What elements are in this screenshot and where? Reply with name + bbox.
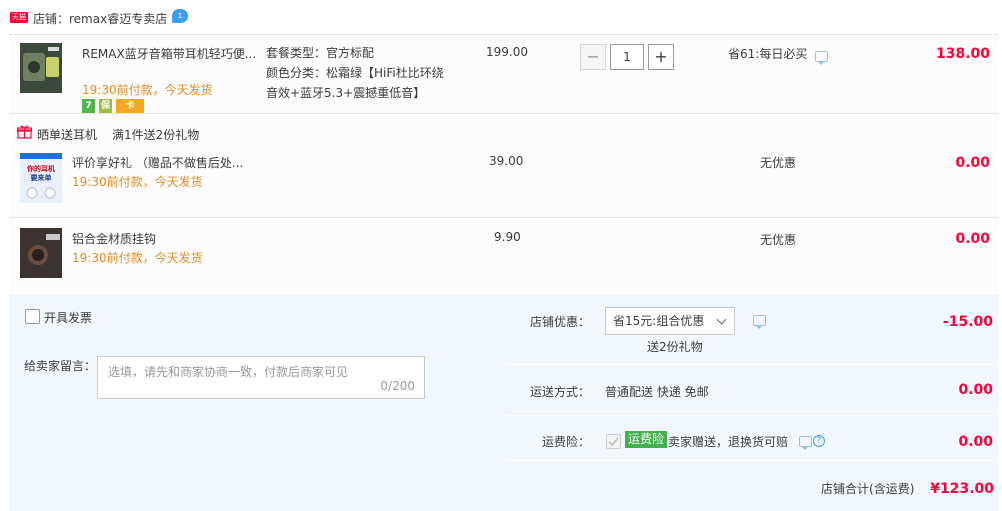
svg-text:要来单: 要来单 xyxy=(31,173,52,182)
message-label: 给卖家留言： xyxy=(24,359,97,373)
divider xyxy=(507,460,998,461)
divider xyxy=(507,415,998,416)
sku-color: 颜色分类：松霜绿【HiFi杜比环绕 xyxy=(266,66,444,80)
guarantee-icon: 保 xyxy=(99,99,112,113)
product-thumbnail-hook[interactable] xyxy=(20,228,62,278)
store-discount-selected: 省15元:组合优惠 xyxy=(613,314,705,328)
seven-day-return-icon: 7 xyxy=(82,99,95,113)
ship-note: 19:30前付款，今天发货 xyxy=(72,175,203,189)
discount-amount: -15.00 xyxy=(942,314,993,330)
item-title[interactable]: 铝合金材质挂钩 xyxy=(72,230,156,247)
divider xyxy=(507,364,998,365)
item-title[interactable]: REMAX蓝牙音箱带耳机轻巧便... xyxy=(82,45,256,62)
product-thumbnail-speaker[interactable] xyxy=(20,43,62,93)
ship-note: 19:30前付款，今天发货 xyxy=(72,251,203,265)
decrease-button[interactable]: − xyxy=(580,44,606,70)
divider xyxy=(10,113,998,114)
insurance-label: 运费险： xyxy=(542,435,591,449)
grand-total-amount: ¥123.00 xyxy=(930,481,994,497)
order-summary-panel: 店铺优惠： 省15元:组合优惠 送2份礼物 -15.00 运送方式： 普通配送 … xyxy=(507,294,998,511)
store-discount-label: 店铺优惠： xyxy=(530,315,591,329)
promo-text: 无优惠 xyxy=(760,233,797,247)
chat-seller-icon[interactable]: 1 xyxy=(172,9,188,23)
promo-info-icon[interactable] xyxy=(815,51,828,65)
chevron-down-icon xyxy=(716,314,727,325)
seller-message-field[interactable]: 选填，请先和商家协商一致，付款后商家可见 0/200 xyxy=(97,356,425,399)
invoice-checkbox[interactable] xyxy=(25,309,40,324)
gift-icon xyxy=(17,125,32,139)
delivery-method: 普通配送 快递 免邮 xyxy=(605,385,709,399)
gift-promo-desc: 满1件送2份礼物 xyxy=(112,128,200,142)
tmall-badge-icon: 天猫 xyxy=(10,12,28,23)
unit-price: 199.00 xyxy=(486,45,528,59)
product-thumbnail-review-gift[interactable]: 你的耳机 要来单 xyxy=(20,153,62,203)
increase-button[interactable]: + xyxy=(648,44,674,70)
item-total: 0.00 xyxy=(955,155,990,171)
discount-info-icon[interactable] xyxy=(753,315,766,329)
quantity-input[interactable]: 1 xyxy=(610,44,644,70)
item-total: 138.00 xyxy=(935,46,990,62)
svg-text:你的耳机: 你的耳机 xyxy=(26,164,55,173)
message-placeholder: 选填，请先和商家协商一致，付款后商家可见 xyxy=(108,365,349,379)
quantity-stepper: − 1 + xyxy=(580,44,676,72)
sku-info: 套餐类型：官方标配 颜色分类：松霜绿【HiFi杜比环绕 音效+蓝牙5.3+震撼重… xyxy=(266,43,444,103)
ship-note: 19:30前付款，今天发货 xyxy=(82,83,213,97)
insurance-checkbox[interactable] xyxy=(606,434,621,449)
order-items: REMAX蓝牙音箱带耳机轻巧便... 7 保 卡 19:30前付款，今天发货 套… xyxy=(10,34,998,292)
insurance-desc: 卖家赠送，退换货可赔 xyxy=(668,435,789,449)
credit-card-icon: 卡 xyxy=(116,99,144,113)
shop-name[interactable]: 店铺：remax睿迈专卖店 xyxy=(33,10,167,27)
grand-total-label: 店铺合计(含运费) xyxy=(821,482,915,496)
item-title[interactable]: 评价享好礼 （赠品不做售后处... xyxy=(72,154,243,171)
insurance-amount: 0.00 xyxy=(958,434,993,450)
sku-color-cont: 音效+蓝牙5.3+震撼重低音】 xyxy=(266,86,426,100)
delivery-amount: 0.00 xyxy=(958,382,993,398)
promo-text: 省61:每日必买 xyxy=(728,47,808,61)
divider xyxy=(10,217,998,218)
sku-package: 套餐类型：官方标配 xyxy=(266,46,375,60)
grand-total: 店铺合计(含运费) ¥123.00 xyxy=(821,480,994,497)
order-options: 开具发票 给卖家留言： 选填，请先和商家协商一致，付款后商家可见 0/200 店… xyxy=(10,294,998,511)
invoice-label[interactable]: 开具发票 xyxy=(44,309,92,326)
store-discount-select[interactable]: 省15元:组合优惠 xyxy=(605,307,735,335)
unit-price: 39.00 xyxy=(489,154,524,168)
insurance-info-icon[interactable] xyxy=(799,436,812,450)
gift-note: 送2份礼物 xyxy=(647,340,703,354)
shop-header: 天猫 店铺：remax睿迈专卖店 1 xyxy=(0,0,1002,34)
item-total: 0.00 xyxy=(955,231,990,247)
delivery-label: 运送方式： xyxy=(530,385,591,399)
promo-text: 无优惠 xyxy=(760,156,797,170)
help-icon[interactable]: ? xyxy=(813,435,825,447)
gift-promo-label: 晒单送耳机 xyxy=(37,128,98,142)
insurance-tag: 运费险 xyxy=(625,431,668,448)
char-counter: 0/200 xyxy=(380,379,415,393)
unit-price: 9.90 xyxy=(494,230,521,244)
check-icon xyxy=(608,437,619,447)
